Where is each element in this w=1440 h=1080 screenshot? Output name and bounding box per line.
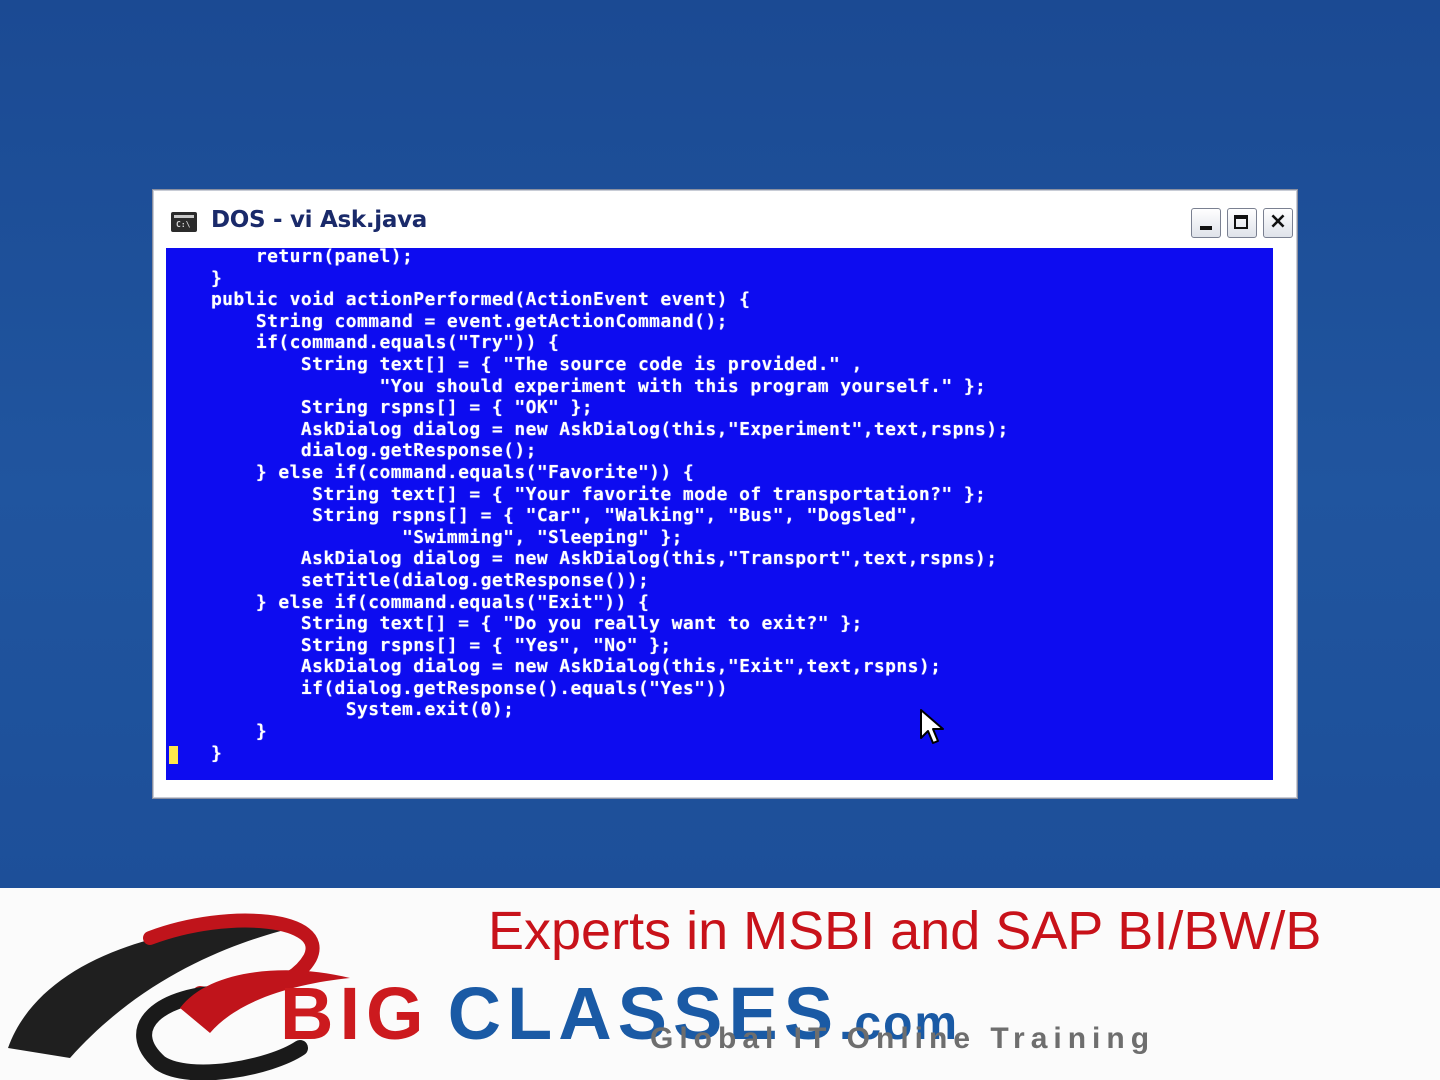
- code-line: String text[] = { "Do you really want to…: [166, 613, 863, 635]
- command-prompt-icon[interactable]: C:\: [171, 212, 197, 232]
- console-area[interactable]: return(panel); } public void actionPerfo…: [166, 248, 1273, 780]
- code-line: setTitle(dialog.getResponse());: [166, 569, 650, 591]
- code-line: AskDialog dialog = new AskDialog(this,"T…: [166, 548, 998, 570]
- text-cursor: [169, 746, 178, 764]
- code-line: return(panel);: [166, 248, 414, 267]
- code-line: String rspns[] = { "Car", "Walking", "Bu…: [166, 505, 919, 527]
- code-line: String text[] = { "The source code is pr…: [166, 353, 863, 375]
- code-line: "You should experiment with this program…: [166, 375, 987, 397]
- code-line: String text[] = { "Your favorite mode of…: [166, 483, 987, 505]
- code-line: AskDialog dialog = new AskDialog(this,"E…: [166, 418, 1009, 440]
- code-line: System.exit(0);: [166, 699, 515, 721]
- code-line: }: [166, 267, 223, 289]
- code-line: public void actionPerformed(ActionEvent …: [166, 289, 751, 311]
- code-line: AskDialog dialog = new AskDialog(this,"E…: [166, 656, 942, 678]
- code-line: }: [166, 721, 268, 743]
- code-line: if(dialog.getResponse().equals("Yes")): [166, 677, 728, 699]
- promo-banner: Experts in MSBI and SAP BI/BW/B BIG CLASS…: [0, 888, 1440, 1080]
- mouse-pointer-icon: [920, 709, 944, 744]
- minimize-button[interactable]: [1191, 208, 1221, 238]
- close-icon: ×: [1268, 209, 1288, 234]
- banner-tagline: Experts in MSBI and SAP BI/BW/B: [488, 901, 1322, 961]
- close-button[interactable]: ×: [1263, 208, 1293, 238]
- brand-big-text: BIG: [280, 972, 430, 1055]
- window-title: DOS - vi Ask.java: [211, 207, 427, 233]
- code-line: String rspns[] = { "Yes", "No" };: [166, 634, 672, 656]
- code-line: } else if(command.equals("Favorite")) {: [166, 461, 695, 483]
- code-line: "Swimming", "Sleeping" };: [166, 526, 683, 548]
- window-titlebar[interactable]: C:\ DOS - vi Ask.java ×: [159, 194, 1293, 244]
- code-line: String command = event.getActionCommand(…: [166, 310, 728, 332]
- code-line: } else if(command.equals("Exit")) {: [166, 591, 650, 613]
- maximize-button[interactable]: [1227, 208, 1257, 238]
- banner-subtitle: Global IT Online Training: [650, 1022, 1156, 1055]
- command-prompt-icon-label: C:\: [176, 220, 191, 229]
- code-line: if(command.equals("Try")) {: [166, 332, 560, 354]
- dos-window[interactable]: C:\ DOS - vi Ask.java × return(panel); }…: [152, 189, 1298, 799]
- code-line: dialog.getResponse();: [166, 440, 537, 462]
- code-line: String rspns[] = { "OK" };: [166, 397, 594, 419]
- code-editor-text[interactable]: return(panel); } public void actionPerfo…: [166, 248, 1009, 764]
